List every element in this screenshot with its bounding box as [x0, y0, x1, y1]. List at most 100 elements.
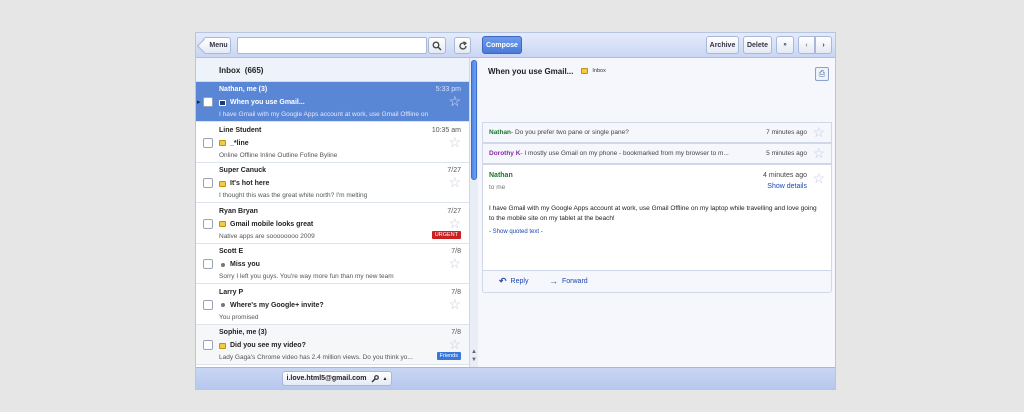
star-icon[interactable]: ☆ — [448, 216, 461, 230]
previous-message-button[interactable]: ‹ — [798, 36, 815, 54]
star-icon[interactable]: ☆ — [448, 175, 461, 189]
show-quoted-text-link[interactable]: - Show quoted text - — [489, 229, 543, 235]
message-subject-text: Where's my Google+ invite? — [230, 301, 324, 309]
message-sender: Dorothy K — [489, 150, 521, 157]
reading-pane: Compose Archive Delete » ‹ › When you us… — [478, 33, 835, 389]
star-icon[interactable]: ☆ — [812, 146, 825, 160]
message-row[interactable]: Ryan Bryan 7/27 Gmail mobile looks great Na… — [196, 203, 469, 244]
message-row[interactable]: Sophie, me (3) 7/8 Did you see my video? La… — [196, 325, 469, 365]
account-switcher[interactable]: i.love.html5@gmail.com ▲ — [282, 371, 392, 386]
star-icon[interactable]: ☆ — [448, 135, 461, 149]
select-checkbox[interactable] — [203, 340, 213, 350]
message-subject: Where's my Google+ invite? — [219, 302, 324, 309]
wrench-icon — [371, 374, 379, 382]
message-sender: Super Canuck — [219, 167, 267, 174]
message-label-badge[interactable]: Friends — [436, 352, 461, 360]
print-icon: ⎙ — [818, 69, 826, 78]
message-subject: When you use Gmail... — [219, 99, 305, 106]
search-input[interactable] — [237, 37, 427, 54]
search-button[interactable] — [428, 37, 446, 54]
menu-button[interactable]: Menu — [203, 37, 231, 54]
message-subject-text: When you use Gmail... — [230, 99, 305, 106]
caret-up-icon: ▲ — [382, 375, 388, 382]
message-subject: Miss you — [219, 261, 260, 268]
important-marker-icon[interactable] — [219, 221, 226, 227]
delete-button[interactable]: Delete — [743, 36, 772, 54]
message-list-pane: Menu Inbox (665) ▸ Nathan, me (3) 5:33 pm W… — [196, 33, 478, 389]
message-time: 7 minutes ago — [766, 129, 807, 136]
thread-label[interactable]: Inbox — [581, 68, 606, 74]
star-icon[interactable]: ☆ — [448, 94, 461, 108]
show-details-link[interactable]: Show details — [767, 183, 807, 190]
message-time: 5 minutes ago — [766, 150, 807, 157]
more-actions-button[interactable]: » — [776, 36, 794, 54]
refresh-icon — [458, 40, 467, 50]
account-email: i.love.html5@gmail.com — [286, 375, 367, 382]
message-row[interactable]: ▸ Nathan, me (3) 5:33 pm When you use Gmail… — [196, 82, 469, 122]
select-checkbox[interactable] — [203, 259, 213, 269]
message-time: 4 minutes ago — [763, 172, 807, 179]
collapsed-message[interactable]: Dorothy K - I mostly use Gmail on my pho… — [482, 143, 832, 164]
message-row[interactable]: Super Canuck 7/27 It's hot here I thought t… — [196, 163, 469, 203]
message-row[interactable]: Larry P 7/8 Where's my Google+ invite? You … — [196, 284, 469, 325]
message-sender: Line Student — [219, 126, 262, 134]
message-label-badge[interactable]: URGENT — [431, 230, 461, 239]
star-icon[interactable]: ☆ — [812, 171, 825, 185]
message-snippet: Online Offline Inline Outline Fofine Byl… — [219, 151, 338, 159]
select-checkbox[interactable] — [203, 137, 213, 148]
important-marker-icon[interactable] — [219, 180, 226, 187]
bullet-marker-icon — [221, 262, 225, 267]
message-preview: - Do you prefer two pane or single pane? — [511, 129, 629, 136]
message-time: 7/27 — [447, 207, 461, 215]
scroll-up-icon[interactable]: ▲ — [471, 349, 477, 355]
inbox-count: (665) — [244, 66, 264, 75]
important-marker-icon[interactable] — [219, 99, 226, 106]
select-checkbox[interactable] — [203, 299, 213, 310]
scroll-down-icon[interactable]: ▼ — [471, 357, 477, 363]
message-sender: Ryan Bryan — [219, 207, 258, 215]
scrollbar-thumb[interactable] — [471, 60, 477, 180]
important-marker-icon[interactable] — [219, 342, 226, 349]
collapsed-message[interactable]: Nathan - Do you prefer two pane or singl… — [482, 122, 832, 143]
message-subject-text: _*line — [230, 139, 249, 147]
reply-button[interactable]: ↶ Reply — [499, 277, 528, 286]
star-icon[interactable]: ☆ — [448, 337, 461, 351]
forward-button[interactable]: → Forward — [549, 277, 588, 286]
next-message-button[interactable]: › — [815, 36, 832, 54]
star-icon[interactable]: ☆ — [448, 297, 461, 311]
important-marker-icon[interactable] — [219, 140, 226, 146]
message-row[interactable]: Scott E 7/8 Miss you Sorry I left you guys.… — [196, 244, 469, 284]
select-checkbox[interactable] — [203, 178, 213, 188]
select-checkbox[interactable] — [203, 218, 213, 229]
archive-button[interactable]: Archive — [706, 36, 739, 54]
refresh-button[interactable] — [454, 37, 471, 54]
star-icon[interactable]: ☆ — [448, 256, 461, 270]
message-subject: It's hot here — [219, 180, 269, 187]
message-recipient: to me — [489, 184, 506, 191]
message-snippet: I have Gmail with my Google Apps account… — [219, 111, 429, 118]
inbox-header: Inbox (665) — [196, 58, 469, 82]
compose-button[interactable]: Compose — [482, 36, 522, 54]
message-subject-text: Miss you — [230, 261, 260, 268]
list-scrollbar[interactable]: ▲ ▼ — [469, 58, 478, 367]
select-checkbox[interactable] — [203, 97, 213, 107]
print-button[interactable]: ⎙ — [815, 67, 829, 81]
message-snippet: Lady Gaga's Chrome video has 2.4 million… — [219, 354, 413, 361]
star-icon[interactable]: ☆ — [812, 125, 825, 139]
message-subject-text: Gmail mobile looks great — [230, 220, 314, 228]
list-footer: i.love.html5@gmail.com ▲ — [196, 367, 478, 389]
message-actions: ↶ Reply → Forward — [482, 271, 832, 293]
message-list: ▸ Nathan, me (3) 5:33 pm When you use Gmail… — [196, 82, 469, 367]
message-sender[interactable]: Nathan — [489, 172, 513, 179]
message-time: 7/8 — [451, 329, 461, 336]
reply-icon: ↶ — [499, 276, 507, 286]
thread-header: When you use Gmail... Inbox ⎙ — [478, 58, 835, 90]
message-subject-text: It's hot here — [230, 180, 270, 187]
message-subject-text: Did you see my video? — [230, 342, 306, 349]
message-row[interactable]: Line Student 10:35 am _*line Online Offline… — [196, 122, 469, 163]
message-sender: Nathan — [489, 129, 512, 136]
list-toolbar: Menu — [196, 33, 478, 58]
important-marker-icon — [581, 68, 589, 74]
message-sender: Sophie, me (3) — [219, 329, 267, 336]
open-message: Nathan to me 4 minutes ago Show details … — [482, 164, 832, 271]
